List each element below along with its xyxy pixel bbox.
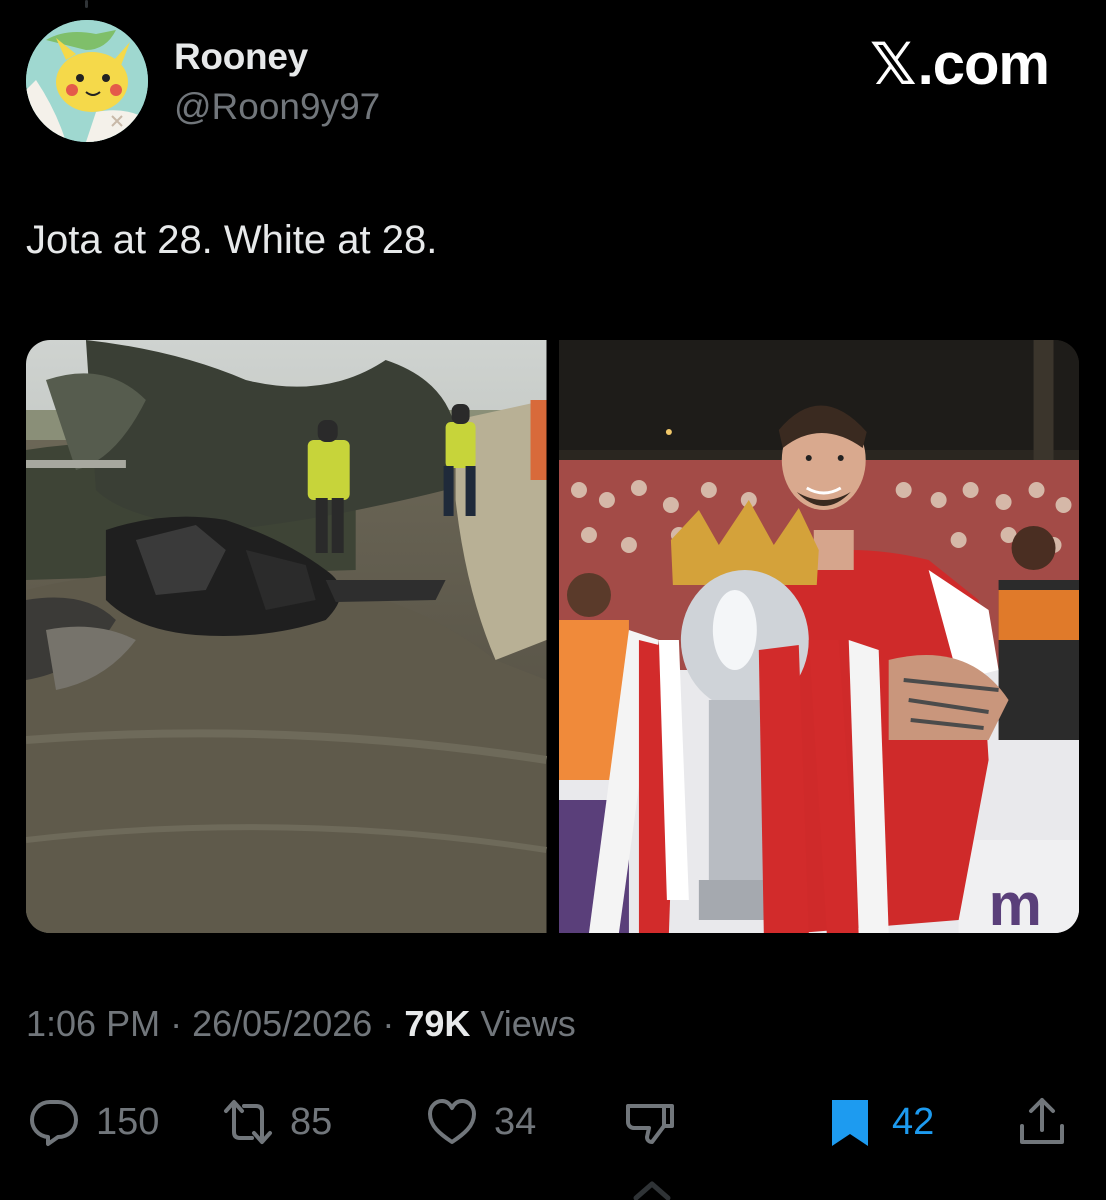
share-icon bbox=[1020, 1098, 1064, 1144]
bookmark-icon bbox=[832, 1100, 868, 1146]
media-photo-left[interactable] bbox=[26, 340, 547, 933]
views-count: 79K bbox=[404, 1003, 471, 1044]
bookmark-count: 42 bbox=[892, 1100, 935, 1143]
reply-count: 150 bbox=[96, 1100, 160, 1143]
user-handle[interactable]: @Roon9y97 bbox=[174, 86, 380, 128]
like-count: 34 bbox=[494, 1100, 537, 1143]
svg-text:m: m bbox=[988, 871, 1041, 933]
action-bar: 150 85 34 42 bbox=[0, 1090, 1106, 1160]
share-button[interactable] bbox=[1014, 1090, 1070, 1154]
meta-separator: · bbox=[382, 1003, 395, 1044]
pikachu-avatar-icon bbox=[26, 20, 148, 142]
thumbs-down-icon bbox=[626, 1104, 674, 1144]
tweet-time[interactable]: 1:06 PM bbox=[26, 1003, 160, 1044]
meta-separator: · bbox=[170, 1003, 183, 1044]
tweet-media-grid: m bbox=[26, 340, 1079, 933]
tweet-meta: 1:06 PM · 26/05/2026 · 79K Views bbox=[26, 1003, 576, 1045]
repost-icon bbox=[224, 1100, 272, 1144]
reply-button[interactable]: 150 bbox=[26, 1090, 159, 1154]
chevron-up-icon bbox=[633, 1181, 671, 1200]
repost-count: 85 bbox=[290, 1100, 333, 1143]
repost-button[interactable]: 85 bbox=[220, 1090, 332, 1154]
reply-icon bbox=[30, 1100, 78, 1146]
dislike-button[interactable] bbox=[622, 1090, 678, 1154]
display-name[interactable]: Rooney bbox=[174, 36, 308, 78]
tweet-date[interactable]: 26/05/2026 bbox=[192, 1003, 372, 1044]
like-button[interactable]: 34 bbox=[424, 1090, 536, 1154]
heart-icon bbox=[428, 1099, 476, 1144]
brand-suffix: .com bbox=[917, 31, 1050, 97]
top-divider-tick bbox=[85, 0, 88, 8]
footballer-with-trophy-photo-icon: m bbox=[558, 340, 1079, 933]
avatar[interactable] bbox=[26, 20, 148, 142]
tweet-text: Jota at 28. White at 28. bbox=[26, 218, 438, 262]
views-label: Views bbox=[480, 1003, 576, 1044]
burnt-car-wreck-photo-icon bbox=[26, 340, 547, 933]
x-logo-icon: 𝕏 bbox=[869, 30, 917, 98]
bookmark-button[interactable]: 42 bbox=[822, 1090, 934, 1154]
media-photo-right[interactable]: m bbox=[558, 340, 1079, 933]
x-com-logo: 𝕏 .com bbox=[869, 30, 1050, 98]
